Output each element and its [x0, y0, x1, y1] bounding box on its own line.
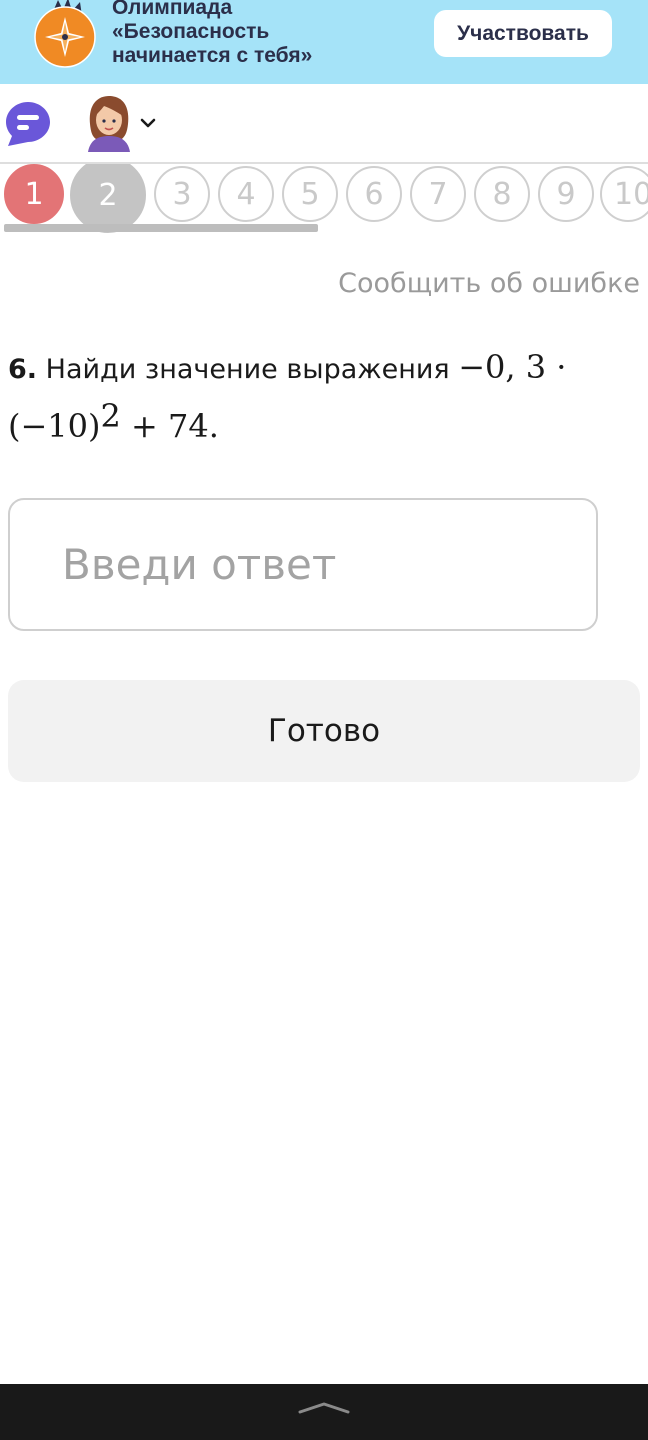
system-navigation-bar [0, 1384, 648, 1440]
compass-emblem-icon [34, 0, 96, 68]
math-expression-base: (−10) [8, 407, 101, 445]
user-avatar-icon[interactable] [84, 94, 134, 152]
done-button[interactable]: Готово [8, 680, 640, 782]
question-number-button[interactable]: 3 [154, 166, 210, 222]
banner-title-line: Олимпиада [112, 0, 233, 19]
banner-title: Олимпиада «Безопасность начинается с теб… [112, 0, 412, 68]
question-number-button[interactable]: 6 [346, 166, 402, 222]
math-exponent: 2 [100, 397, 121, 435]
swipe-up-handle-icon[interactable] [296, 1398, 352, 1418]
question-number-button[interactable]: 4 [218, 166, 274, 222]
question-number-button[interactable]: 1 [4, 164, 64, 224]
answer-input[interactable] [8, 498, 598, 631]
participate-button[interactable]: Участвовать [434, 10, 612, 57]
question-number-button[interactable]: 8 [474, 166, 530, 222]
horizontal-scrollbar[interactable] [4, 224, 318, 232]
chevron-down-icon[interactable] [139, 116, 157, 130]
question-number-button[interactable]: 2 [70, 164, 146, 233]
question-number-button[interactable]: 5 [282, 166, 338, 222]
question-number: 6. [8, 354, 38, 385]
banner-title-line: начинается с тебя» [112, 44, 313, 67]
olympiad-banner[interactable]: Олимпиада «Безопасность начинается с теб… [0, 0, 648, 84]
chat-bubble-icon[interactable] [4, 100, 52, 148]
question-number-button[interactable]: 7 [410, 166, 466, 222]
question-number-button[interactable]: 9 [538, 166, 594, 222]
report-error-link[interactable]: Сообщить об ошибке [338, 268, 640, 299]
question-navigator[interactable]: 1 2 3 4 5 6 7 8 9 10 [0, 162, 648, 234]
question-number-button[interactable]: 10 [600, 166, 648, 222]
question-text: 6. Найди значение выражения −0, 3 · (−10… [8, 344, 608, 452]
math-expression-part: −0, 3 · [458, 348, 567, 386]
question-prompt: Найди значение выражения [45, 354, 450, 385]
banner-title-line: «Безопасность [112, 20, 270, 43]
top-header [0, 84, 648, 162]
math-expression-tail: + 74. [120, 407, 219, 445]
